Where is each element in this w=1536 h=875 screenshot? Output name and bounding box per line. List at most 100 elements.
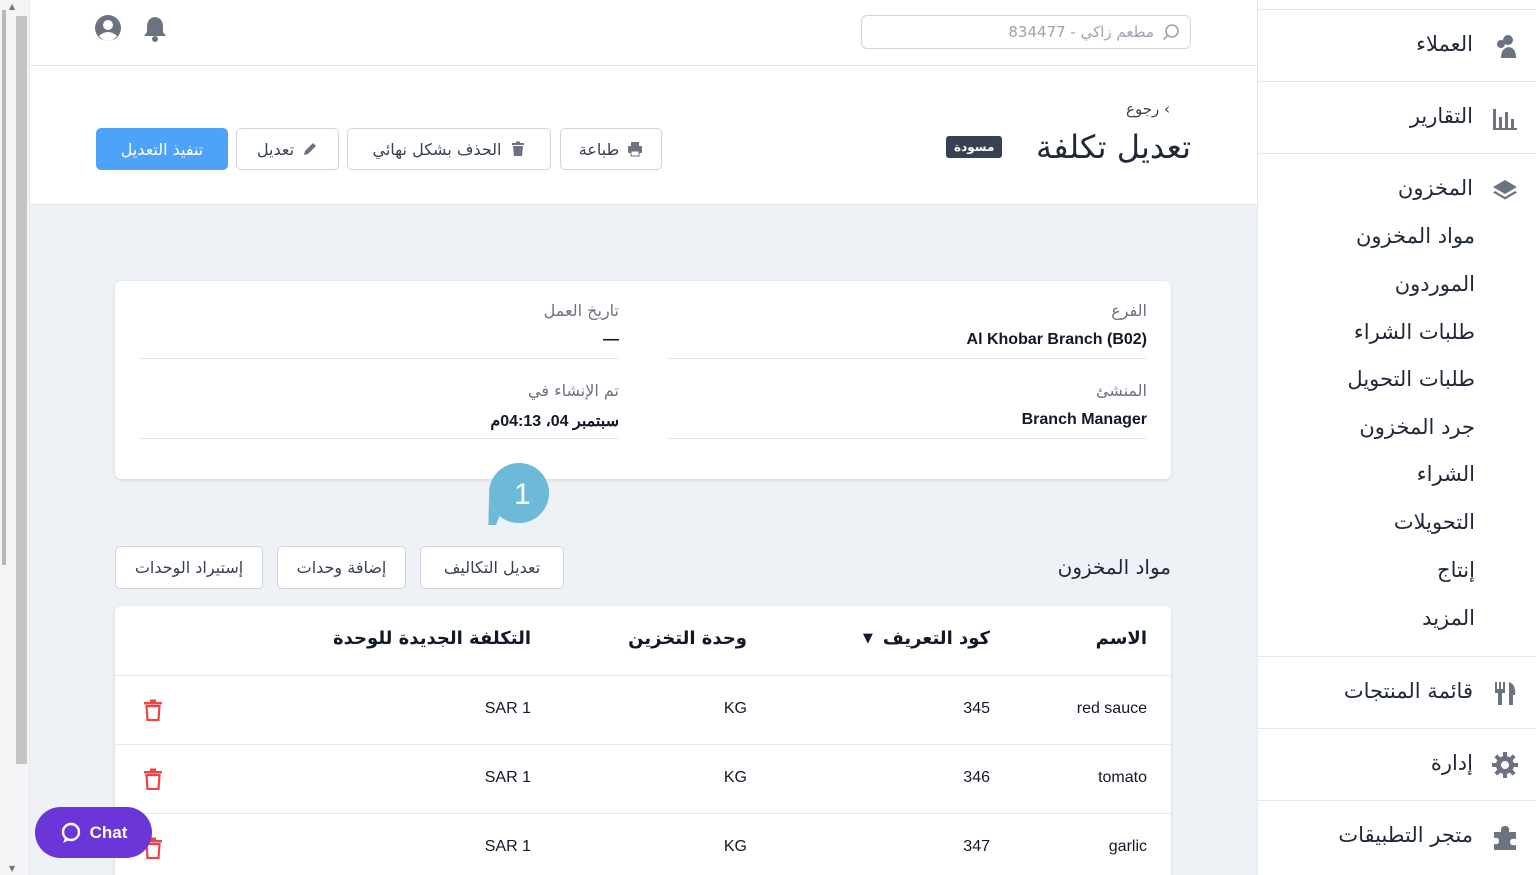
edit-costs-button[interactable]: تعديل التكاليف [420,546,564,589]
sidebar-item-inventory[interactable]: المخزون [1258,154,1536,214]
item-name: tomato [1098,769,1147,786]
item-cost: SAR 1 [484,700,531,717]
created-at-value: سبتمبر 04، 04:13م [490,413,619,430]
sidebar-subitem[interactable]: طلبات التحويل [1347,367,1475,391]
item-name: red sauce [1076,700,1147,717]
sidebar-item-customers[interactable]: العملاء [1258,10,1536,82]
search-icon [1162,24,1179,41]
import-units-button[interactable]: إستيراد الوحدات [115,546,263,589]
details-card: الفرع Al Khobar Branch (B02) تاريخ العمل… [115,281,1171,479]
sidebar-subitem[interactable]: التحويلات [1394,510,1475,534]
sidebar-subitem[interactable]: مواد المخزون [1356,224,1475,248]
table-row[interactable]: garlic 347 KG SAR 1 [115,814,1171,875]
scrollbar-thumb[interactable] [16,16,27,764]
trash-icon [511,141,524,156]
back-link[interactable]: › رجوع [1126,100,1170,118]
main-content: الفرع Al Khobar Branch (B02) تاريخ العمل… [30,205,1257,875]
table-row[interactable]: red sauce 345 KG SAR 1 [115,676,1171,745]
chat-button[interactable]: Chat [35,807,152,858]
scrollbar-track [2,10,6,565]
delete-row-icon[interactable] [143,699,163,721]
business-date-field: تاريخ العمل — [139,281,619,359]
sidebar-subitem[interactable]: جرد المخزون [1359,415,1475,439]
edit-costs-label: تعديل التكاليف [443,558,541,577]
customers-icon [1497,35,1516,58]
search-placeholder: مطعم زاكي - 834477 [1008,23,1154,41]
column-storage-unit[interactable]: وحدة التخزين [628,628,747,649]
sort-caret-down-icon[interactable]: ▼ [863,631,873,646]
sidebar-item-label: إدارة [1430,751,1473,775]
sidebar-subitem[interactable]: الشراء [1417,462,1475,486]
scroll-up-icon[interactable]: ▲ [9,2,15,11]
item-cost: SAR 1 [484,769,531,786]
branch-value: Al Khobar Branch (B02) [966,331,1147,348]
add-units-button[interactable]: إضافة وحدات [277,546,406,589]
delete-row-icon[interactable] [143,768,163,790]
sidebar-item-reports[interactable]: التقارير [1258,82,1536,154]
item-unit: KG [723,838,747,855]
branch-field: الفرع Al Khobar Branch (B02) [667,281,1147,359]
back-label: رجوع [1126,100,1160,118]
table-row[interactable]: tomato 346 KG SAR 1 [115,745,1171,814]
printer-icon [628,142,643,157]
created-at-field: تم الإنشاء في سبتمبر 04، 04:13م [139,361,619,439]
page-scrollbar[interactable]: ▲ ▼ [0,0,30,875]
sidebar-item-marketplace[interactable]: متجر التطبيقات [1258,801,1536,873]
puzzle-piece-icon [1494,826,1516,850]
sidebar-subitem[interactable]: إنتاج [1437,558,1475,582]
delete-permanently-button[interactable]: الحذف بشكل نهائي [347,128,551,170]
sidebar-inventory-group: المخزون مواد المخزون الموردون طلبات الشر… [1258,154,1536,657]
item-sku: 345 [963,700,990,717]
sidebar-subitem[interactable]: المزيد [1422,606,1475,630]
sidebar-item-label: قائمة المنتجات [1343,679,1473,703]
bar-chart-icon [1493,109,1517,130]
sidebar-top-divider [1258,0,1536,10]
creator-field: المنشئ Branch Manager [667,361,1147,439]
inventory-items-heading: مواد المخزون [1057,555,1171,579]
business-date-value: — [603,331,619,348]
item-name: garlic [1108,838,1147,855]
print-label: طباعة [578,139,620,159]
apply-adjustment-label: تنفيذ التعديل [120,139,204,159]
sidebar-subitem[interactable]: الموردون [1395,272,1475,296]
page-header: › رجوع تعديل تكلفة مسودة طباعة الحذف بشك… [30,66,1257,205]
chat-bubble-icon [61,822,80,843]
created-at-label: تم الإنشاء في [528,381,619,400]
delete-permanently-label: الحذف بشكل نهائي [372,139,502,159]
sidebar-item-manage[interactable]: إدارة [1258,729,1536,801]
notifications-bell-icon[interactable] [141,14,169,42]
branch-label: الفرع [1111,301,1147,320]
item-cost: SAR 1 [484,838,531,855]
table-header: الاسم كود التعريف ▼ وحدة التخزين التكلفة… [115,606,1171,676]
scroll-down-icon[interactable]: ▼ [9,864,15,873]
column-sku[interactable]: كود التعريف ▼ [863,628,990,649]
sidebar-item-label: العملاء [1416,32,1473,56]
item-sku: 347 [963,838,990,855]
column-new-cost[interactable]: التكلفة الجديدة للوحدة [333,628,531,649]
pencil-icon [304,143,317,155]
business-date-label: تاريخ العمل [543,301,619,320]
gear-icon [1492,752,1518,778]
sidebar: العملاء التقارير المخزون مواد المخزون ال… [1257,0,1536,875]
creator-label: المنشئ [1095,381,1147,400]
import-units-label: إستيراد الوحدات [134,558,244,577]
column-sku-label: كود التعريف [882,628,990,649]
item-sku: 346 [963,769,990,786]
step-number: 1 [514,478,531,511]
edit-button[interactable]: تعديل [236,128,339,170]
chat-label: Chat [89,822,128,842]
status-badge: مسودة [946,136,1003,158]
column-name[interactable]: الاسم [1096,628,1147,649]
creator-value: Branch Manager [1021,411,1147,428]
edit-label: تعديل [256,139,295,159]
branch-search-input[interactable]: مطعم زاكي - 834477 [861,15,1191,49]
apply-adjustment-button[interactable]: تنفيذ التعديل [96,128,228,170]
chevron-right-icon: › [1164,100,1170,118]
sidebar-subitem[interactable]: طلبات الشراء [1354,320,1475,344]
user-account-icon[interactable] [94,14,122,42]
sidebar-item-menu[interactable]: قائمة المنتجات [1258,657,1536,729]
inventory-items-table: الاسم كود التعريف ▼ وحدة التخزين التكلفة… [115,606,1171,875]
item-unit: KG [723,769,747,786]
print-button[interactable]: طباعة [560,128,662,170]
step-marker-pin: 1 [488,463,549,525]
